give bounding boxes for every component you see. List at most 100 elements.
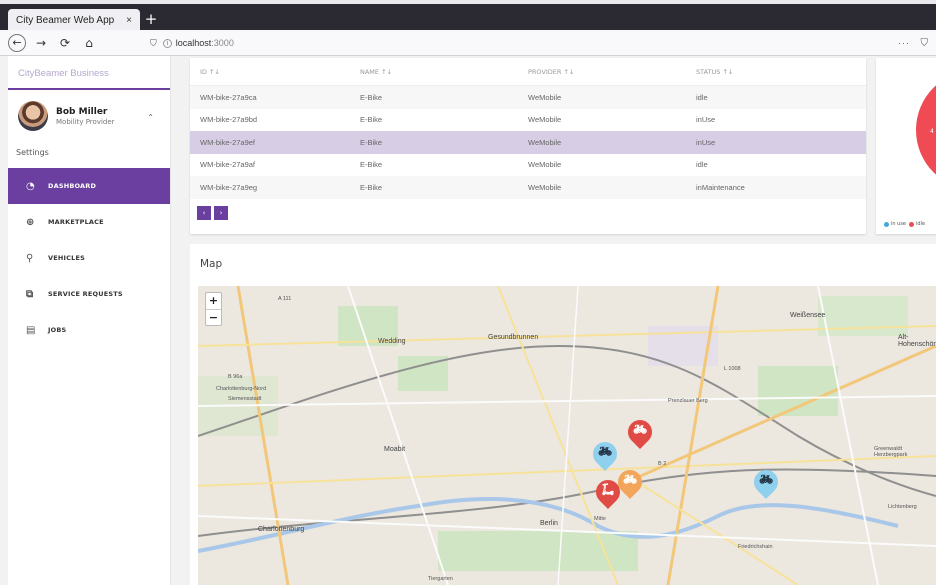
column-header-id[interactable]: ID ↑↓ [190,68,360,76]
vehicle-marker-bike[interactable]: 🚲︎ [588,437,622,472]
bike-icon: 🚲︎ [598,445,612,458]
map-label: Alt-Hohenschönhausen [898,334,936,348]
browser-tabstrip: City Beamer Web App × + [0,0,936,31]
url-bar[interactable]: ⛉ i localhost:3000 ··· ⛉ [150,34,936,52]
pie-slice-idle: 4 [916,70,936,190]
cell-status: inUse [696,137,716,147]
next-page-button[interactable]: › [214,206,228,220]
reload-icon[interactable]: ⟳ [56,34,74,52]
map-park [438,531,638,571]
back-icon[interactable]: ← [8,33,26,52]
pie-legend: in use idle [884,221,925,227]
sidebar-item-label: DASHBOARD [48,182,97,190]
vehicle-marker-bike[interactable]: 🚲︎ [749,465,783,500]
map-park [758,366,838,416]
table-row[interactable]: WM-bike-27a9eg E-Bike WeMobile inMainten… [190,176,866,199]
table-row[interactable]: WM-bike-27a9af E-Bike WeMobile idle [190,154,866,177]
map-label: B 96a [228,374,243,380]
home-icon[interactable]: ⌂ [80,34,98,52]
new-tab-button[interactable]: + [143,11,159,27]
tab-close-icon[interactable]: × [126,15,132,26]
map-label: Gesundbrunnen [488,334,539,341]
user-role: Mobility Provider [56,117,115,126]
sidebar-item-vehicles[interactable]: ⚲ VEHICLES [8,240,170,276]
cell-name: E-Bike [360,115,383,125]
sidebar-item-label: MARKETPLACE [48,218,104,226]
shield-icon: ⛉ [150,37,157,48]
table-pagination: ‹ › [197,206,228,220]
map-label: Greenwaldt Herzbergpark [874,446,908,458]
map-label: Tiergarten [428,576,453,582]
user-profile[interactable]: Bob Miller Mobility Provider ⌃ [8,90,170,142]
legend-idle[interactable]: idle [916,221,925,227]
prev-page-button[interactable]: ‹ [197,206,211,220]
map-zoom-control: + − [205,292,222,326]
cell-id: WM-bike-27a9ca [200,92,257,102]
map-park [818,296,908,336]
chevron-up-icon[interactable]: ⌃ [147,113,154,122]
table-row-selected[interactable]: WM-bike-27a9ef E-Bike WeMobile inUse [190,131,866,154]
legend-in-use[interactable]: in use [891,221,906,227]
clipboard-icon: ▤ [26,324,36,336]
url-port: :3000 [211,38,234,48]
cell-provider: WeMobile [528,92,562,102]
bike-icon: 🚲︎ [633,423,647,436]
column-header-status[interactable]: STATUS ↑↓ [696,68,866,76]
cell-id: WM-bike-27a9ef [200,137,256,147]
requests-icon: ⧉ [26,288,34,300]
table-row[interactable]: WM-bike-27a9bd E-Bike WeMobile inUse [190,109,866,132]
sidebar-item-jobs[interactable]: ▤ JOBS [8,312,170,348]
brand-title: CityBeamer Business [8,56,170,90]
forward-icon[interactable]: → [32,34,50,52]
map-card: Map + − Wedding Gesundbrunnen Weißensee … [190,244,936,585]
map-label: Weißensee [790,312,826,319]
map-label: Charlottenburg [258,526,305,533]
dashboard-icon: ◔ [26,180,35,192]
cell-id: WM-bike-27a9af [200,160,256,170]
table-row[interactable]: WM-bike-27a9ca E-Bike WeMobile idle [190,86,866,109]
sidebar: CityBeamer Business Bob Miller Mobility … [8,56,171,585]
map-label: Lichtenberg [888,504,917,510]
column-header-provider[interactable]: PROVIDER ↑↓ [528,68,696,76]
bike-icon: ⚲ [26,252,34,264]
bike-icon: 🚲︎ [759,473,773,486]
cell-name: E-Bike [360,92,383,102]
vehicle-marker-bike[interactable]: 🚲︎ [613,465,647,500]
legend-dot-in-use [884,221,889,227]
pocket-icon[interactable]: ⛉ [921,38,929,49]
browser-tab[interactable]: City Beamer Web App × [8,9,140,31]
zoom-in-button[interactable]: + [206,293,221,309]
url-host: localhost [175,38,212,48]
sidebar-item-marketplace[interactable]: ⊕ MARKETPLACE [8,204,170,240]
sidebar-item-label: SERVICE REQUESTS [48,290,123,298]
sidebar-item-label: VEHICLES [48,254,85,262]
scooter-icon: 🛴︎ [601,483,615,496]
sidebar-item-service-requests[interactable]: ⧉ SERVICE REQUESTS [8,276,170,312]
vehicle-marker-bike[interactable]: 🚲︎ [623,415,657,450]
globe-icon: ⊕ [26,216,35,228]
cell-provider: WeMobile [528,137,562,147]
status-pie-card: 4 in use idle [876,58,936,234]
map-label: L 1008 [724,366,741,372]
cell-status: inMaintenance [696,182,745,192]
map-label: Berlin [540,520,558,527]
map-view[interactable]: + − Wedding Gesundbrunnen Weißensee Alt-… [198,286,936,585]
settings-label: Settings [16,148,49,157]
map-label: Friedrichshain [738,544,773,550]
sidebar-item-label: JOBS [48,326,67,334]
avatar [18,101,48,131]
info-icon[interactable]: i [162,38,172,48]
page-actions-icon[interactable]: ··· [898,38,910,48]
map-label: B 2 [658,461,667,467]
pie-slice-label: 4 [930,128,934,135]
map-label: Siemensstadt [228,396,262,402]
table-body: WM-bike-27a9ca E-Bike WeMobile idle WM-b… [190,86,866,199]
vehicle-marker-scooter[interactable]: 🛴︎ [591,475,625,510]
zoom-out-button[interactable]: − [206,309,221,325]
sidebar-item-dashboard[interactable]: ◔ DASHBOARD [8,168,170,204]
map-label: Charlottenburg-Nord [216,386,267,392]
legend-dot-idle [909,221,914,227]
map-label: Prenzlauer Berg [668,398,708,404]
cell-provider: WeMobile [528,115,562,125]
column-header-name[interactable]: NAME ↑↓ [360,68,528,76]
